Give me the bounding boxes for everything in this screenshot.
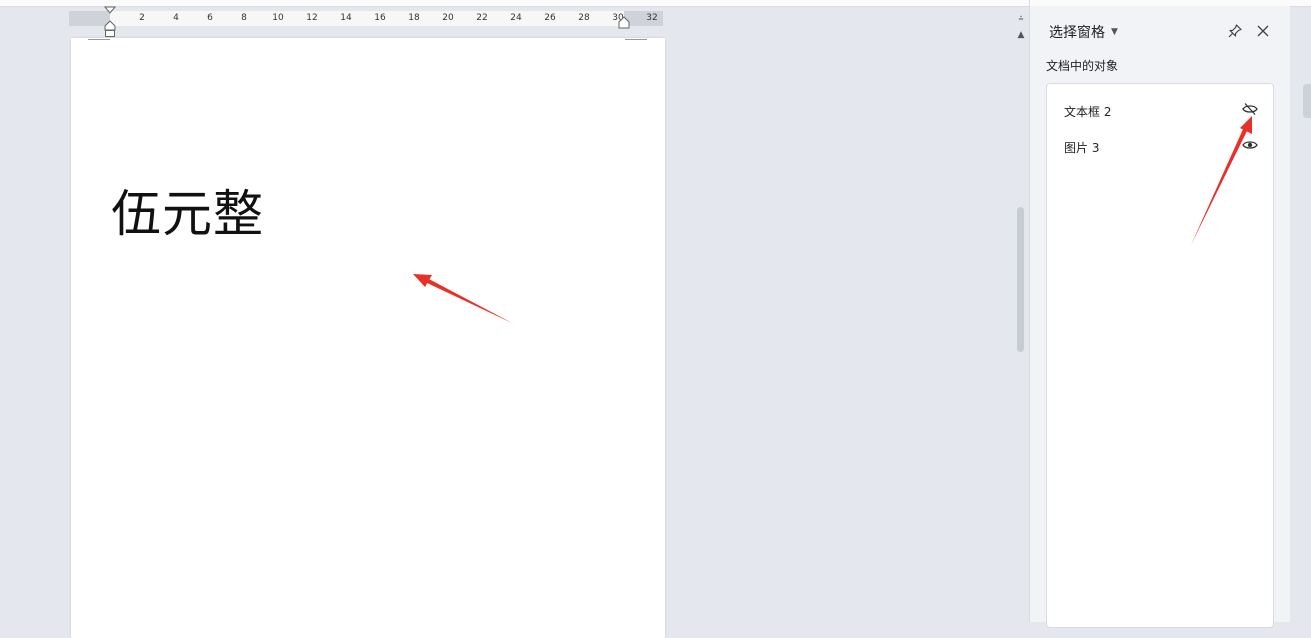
selection-pane: 选择窗格 ▼ 文档中的对象 文本框 2 图片 3 [1030,6,1290,628]
ruler-tick: 8 [241,13,247,23]
ruler-tick: 20 [442,13,454,23]
eye-icon[interactable] [1241,136,1259,154]
chevron-down-icon: ▼ [1111,27,1118,37]
object-label: 文本框 2 [1064,105,1112,119]
ruler-tick: 28 [578,13,590,23]
right-indent-marker[interactable] [618,16,630,30]
object-label: 图片 3 [1064,141,1100,155]
eye-off-icon[interactable] [1241,100,1259,118]
ruler-tick: 26 [544,13,556,23]
document-page[interactable]: 伍元整 [71,38,665,638]
close-icon[interactable] [1254,22,1272,40]
objects-section-label: 文档中的对象 [1046,59,1119,73]
margin-corner-mark [625,39,647,40]
ruler-tick: 2 [139,13,145,23]
left-indent-marker[interactable] [104,6,116,38]
panel-scrollbar-thumb[interactable] [1303,84,1311,118]
ruler-tick: 18 [408,13,420,23]
ruler-tick: 4 [173,13,179,23]
ruler-tick: 32 [646,13,658,23]
horizontal-ruler[interactable]: 2 4 6 8 10 12 14 16 18 20 22 24 26 28 30… [69,11,663,26]
ruler-tick: 14 [340,13,352,23]
pin-icon[interactable] [1226,22,1244,40]
document-text[interactable]: 伍元整 [111,184,264,244]
list-item-textbox-2[interactable]: 文本框 2 [1047,94,1273,124]
ruler-tick: 22 [476,13,488,23]
margin-corner-mark [88,39,110,40]
ruler-tick: 24 [510,13,522,23]
ruler-tick: 10 [272,13,284,23]
ruler-tick: 12 [306,13,318,23]
selection-pane-title-text: 选择窗格 [1049,25,1105,41]
object-list: 文本框 2 图片 3 [1046,83,1274,628]
ruler-tick: 16 [374,13,386,23]
list-item-picture-3[interactable]: 图片 3 [1047,130,1273,160]
vertical-scrollbar-thumb[interactable] [1017,207,1024,352]
scroll-split-icon[interactable]: ⩮ [1016,14,1026,24]
selection-pane-title[interactable]: 选择窗格 ▼ [1049,22,1118,42]
scroll-up-icon[interactable]: ▲ [1016,30,1026,40]
ruler-tick: 6 [207,13,213,23]
